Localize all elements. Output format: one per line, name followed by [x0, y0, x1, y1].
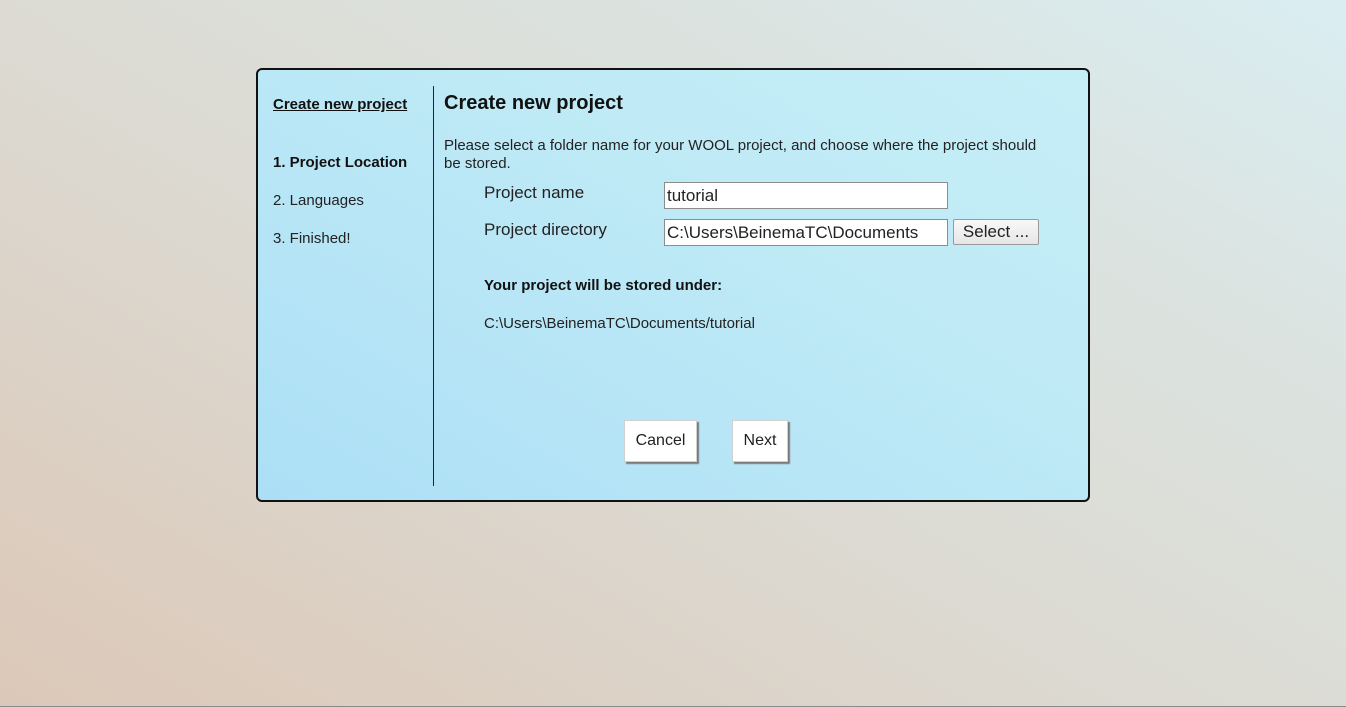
new-project-wizard-dialog: Create new project 1. Project Location 2…: [256, 68, 1090, 502]
wizard-main-panel: Create new project Please select a folde…: [434, 70, 1088, 500]
next-button[interactable]: Next: [732, 420, 788, 462]
page-title: Create new project: [444, 92, 623, 114]
project-directory-input[interactable]: [664, 219, 948, 246]
stored-path-text: C:\Users\BeinemaTC\Documents/tutorial: [484, 315, 755, 332]
project-name-label: Project name: [484, 183, 585, 202]
step-project-location: 1. Project Location: [273, 154, 408, 171]
step-languages: 2. Languages: [273, 192, 364, 209]
step-finished: 3. Finished!: [273, 230, 351, 247]
project-name-input[interactable]: [664, 182, 948, 209]
select-directory-button[interactable]: Select ...: [953, 219, 1039, 245]
stored-under-heading: Your project will be stored under:: [484, 277, 723, 294]
cancel-button[interactable]: Cancel: [624, 420, 697, 462]
project-directory-label: Project directory: [484, 220, 607, 239]
intro-text: Please select a folder name for your WOO…: [444, 137, 1037, 172]
wizard-sidebar: Create new project 1. Project Location 2…: [258, 70, 434, 500]
sidebar-title-link[interactable]: Create new project: [273, 96, 407, 113]
